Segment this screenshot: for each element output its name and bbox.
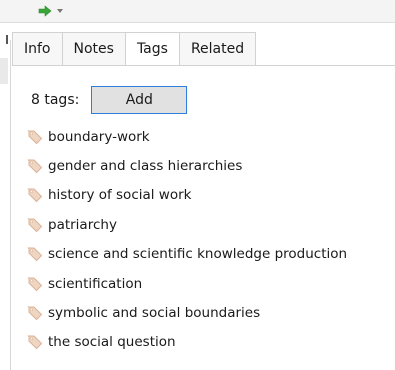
tag-item[interactable]: patriarchy	[27, 210, 347, 239]
item-pane: Info Notes Tags Related 8 tags: Add boun…	[0, 0, 395, 370]
chevron-down-icon	[57, 9, 63, 13]
tag-label: patriarchy	[48, 216, 117, 233]
tab-notes[interactable]: Notes	[62, 32, 126, 66]
tag-icon	[27, 334, 43, 350]
tag-icon	[27, 246, 43, 262]
tab-label: Notes	[73, 41, 114, 57]
tag-icon	[27, 217, 43, 233]
tag-icon	[27, 129, 43, 145]
tag-item[interactable]: gender and class hierarchies	[27, 151, 347, 180]
tag-icon	[27, 276, 43, 292]
locate-menu-button[interactable]	[38, 3, 64, 19]
tab-info[interactable]: Info	[12, 32, 63, 66]
toolbar	[0, 0, 395, 23]
splitter-handle[interactable]	[0, 58, 8, 84]
tag-item[interactable]: history of social work	[27, 181, 347, 210]
tag-item[interactable]: science and scientific knowledge product…	[27, 240, 347, 269]
tag-label: gender and class hierarchies	[48, 158, 243, 175]
tag-label: boundary-work	[48, 128, 150, 145]
tab-related[interactable]: Related	[179, 32, 257, 66]
tag-icon	[27, 158, 43, 174]
tag-label: symbolic and social boundaries	[48, 305, 261, 322]
tab-label: Tags	[136, 41, 168, 57]
tag-count: 8 tags:	[31, 92, 80, 108]
tag-icon	[27, 187, 43, 203]
tags-header: 8 tags: Add	[31, 86, 188, 114]
tab-divider	[12, 65, 395, 66]
add-tag-button[interactable]: Add	[91, 86, 188, 114]
tag-label: the social question	[48, 334, 176, 351]
tab-tags[interactable]: Tags	[125, 32, 180, 66]
pane-splitter[interactable]	[10, 40, 11, 370]
tag-label: science and scientific knowledge product…	[48, 246, 348, 263]
tag-list: boundary-work gender and class hierarchi…	[27, 122, 347, 357]
tag-icon	[27, 305, 43, 321]
tag-item[interactable]: scientification	[27, 269, 347, 298]
splitter-grip	[6, 35, 8, 44]
tag-item[interactable]: the social question	[27, 328, 347, 357]
green-arrow-icon	[38, 5, 52, 17]
tab-label: Related	[190, 41, 245, 57]
tag-label: history of social work	[48, 187, 192, 204]
tag-item[interactable]: symbolic and social boundaries	[27, 298, 347, 327]
tab-bar: Info Notes Tags Related	[12, 32, 257, 66]
tag-label: scientification	[48, 275, 143, 292]
tab-label: Info	[24, 41, 51, 57]
tag-item[interactable]: boundary-work	[27, 122, 347, 151]
